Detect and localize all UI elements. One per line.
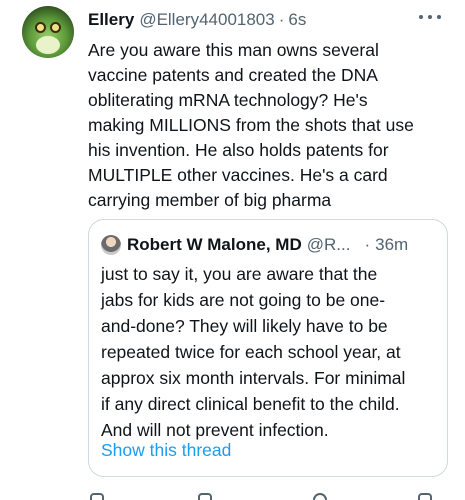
quoted-text-line: repeated twice for each school year, at (101, 342, 401, 362)
separator-dot: · (278, 10, 285, 29)
quoted-tweet[interactable]: Robert W Malone, MD @R... · 36m just to … (88, 219, 448, 477)
tweet-text-line: vaccine patents and created the DNA (88, 65, 378, 85)
tweet-text-line: MULTIPLE other vaccines. He's a card (88, 165, 388, 185)
tweet-text-line: Are you aware this man owns several (88, 40, 379, 60)
quoted-author-avatar (101, 235, 121, 255)
author-handle[interactable]: @Ellery44001803 (139, 10, 274, 30)
tweet-text-line: obliterating mRNA technology? He's (88, 90, 368, 110)
show-thread-link[interactable]: Show this thread (101, 440, 231, 461)
tweet: Ellery @Ellery44001803 · 6s Are you awar… (0, 0, 465, 500)
quoted-text-line: jabs for kids are not going to be one- (101, 290, 386, 310)
more-options-icon[interactable] (419, 10, 441, 24)
author-avatar[interactable] (22, 6, 74, 58)
quoted-tweet-timestamp: 36m (375, 235, 409, 254)
tweet-actions-bar (88, 493, 448, 500)
quoted-tweet-header: Robert W Malone, MD @R... · 36m (101, 235, 408, 255)
retweet-icon[interactable] (198, 493, 212, 500)
more-dot (428, 15, 432, 19)
tweet-text: Are you aware this man owns several vacc… (88, 38, 458, 213)
share-icon[interactable] (418, 493, 432, 500)
quoted-text-line: if any direct clinical benefit to the ch… (101, 394, 400, 414)
tweet-timestamp[interactable]: 6s (288, 10, 306, 30)
author-name[interactable]: Ellery (88, 10, 134, 30)
quoted-text-line: and-done? They will likely have to be (101, 316, 388, 336)
reply-icon[interactable] (90, 493, 104, 500)
tweet-text-line: his invention. He also holds patents for (88, 140, 389, 160)
more-dot (437, 15, 441, 19)
quoted-author-name: Robert W Malone, MD (127, 235, 302, 254)
quoted-text-line: approx six month intervals. For minimal (101, 368, 406, 388)
like-icon[interactable] (313, 493, 327, 500)
quoted-text-line: just to say it, you are aware that the (101, 264, 378, 284)
separator-dot: · (364, 235, 371, 254)
avatar-eye (50, 22, 61, 33)
tweet-text-line: making MILLIONS from the shots that use (88, 115, 414, 135)
avatar-body (36, 36, 60, 54)
tweet-text-line: carrying member of big pharma (88, 190, 332, 210)
avatar-eye (35, 22, 46, 33)
quoted-author-handle: @R... (306, 235, 351, 254)
more-dot (419, 15, 423, 19)
tweet-header: Ellery @Ellery44001803 · 6s (88, 10, 306, 32)
quoted-tweet-text: just to say it, you are aware that the j… (101, 261, 441, 443)
